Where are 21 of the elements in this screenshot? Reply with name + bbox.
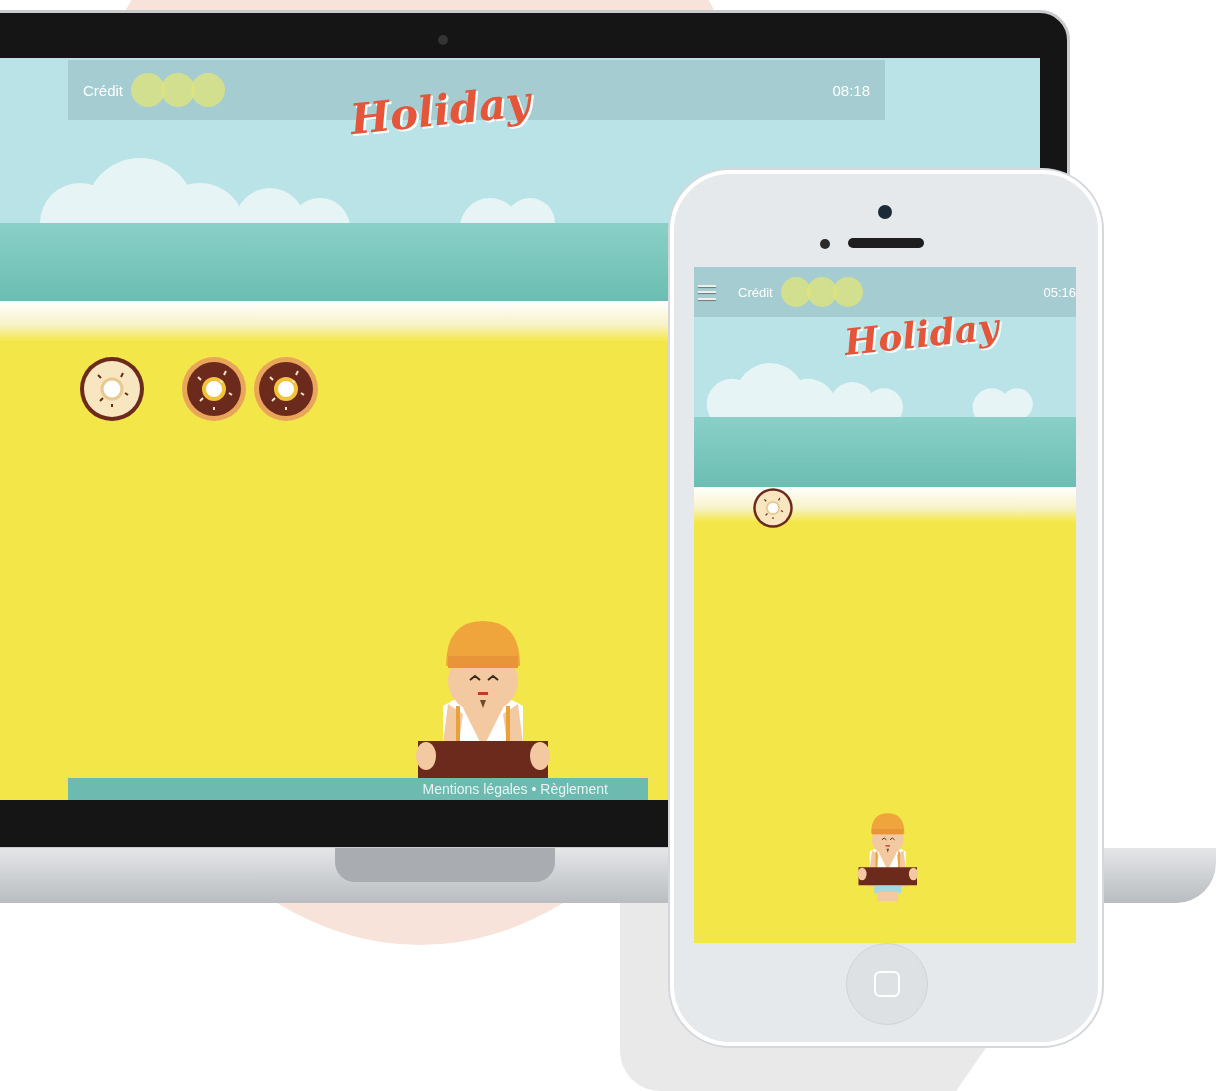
footer-links[interactable]: Mentions légales • Règlement	[68, 778, 648, 800]
speaker-icon	[848, 238, 924, 248]
life-icon	[161, 73, 195, 107]
timer: 05:16	[1043, 284, 1076, 300]
menu-icon[interactable]	[698, 284, 716, 300]
donut-icon	[752, 487, 794, 529]
credit-label: Crédit	[738, 284, 773, 300]
life-icon	[191, 73, 225, 107]
credit-label: Crédit	[83, 81, 123, 99]
life-icon	[780, 277, 811, 307]
life-icon	[131, 73, 165, 107]
life-icon	[832, 277, 863, 307]
donut-icon	[78, 355, 146, 423]
life-icon	[806, 277, 837, 307]
donut-icon	[252, 355, 320, 423]
donut-icon	[180, 355, 248, 423]
sensor-icon	[820, 239, 830, 249]
logo: Holiday	[347, 76, 533, 145]
camera-icon	[438, 35, 448, 45]
logo: Holiday	[842, 305, 1001, 363]
timer: 08:18	[832, 81, 870, 99]
